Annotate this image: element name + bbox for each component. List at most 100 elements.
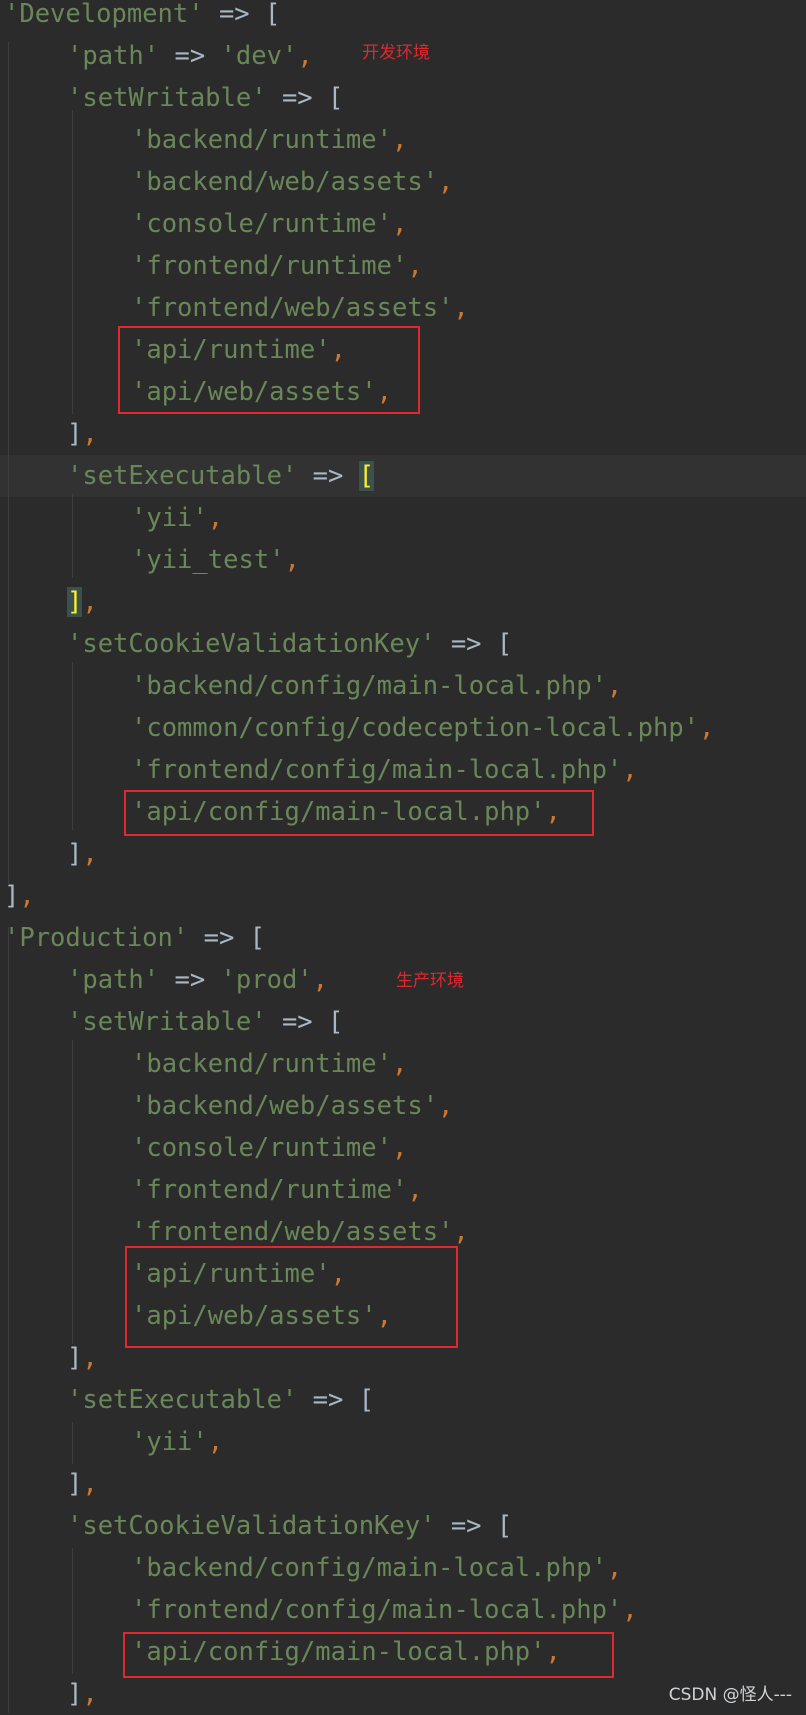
indent-guide bbox=[72, 1548, 73, 1674]
comma: , bbox=[453, 1217, 469, 1247]
code-line[interactable]: 'Production' => [ bbox=[0, 917, 806, 959]
string-literal: 'setExecutable' bbox=[67, 461, 298, 491]
comma: , bbox=[284, 545, 300, 575]
arrow-operator: => bbox=[297, 1385, 359, 1415]
bracket: [ bbox=[328, 83, 344, 113]
code-line[interactable]: ], bbox=[0, 581, 806, 623]
arrow-operator: => bbox=[435, 629, 497, 659]
string-literal: 'console/runtime' bbox=[131, 1133, 392, 1163]
string-literal: 'frontend/web/assets' bbox=[131, 293, 454, 323]
code-line[interactable]: 'yii', bbox=[0, 497, 806, 539]
indent-guide bbox=[72, 1422, 73, 1464]
string-literal: 'backend/runtime' bbox=[131, 125, 392, 155]
code-line[interactable]: 'setCookieValidationKey' => [ bbox=[0, 1505, 806, 1547]
comma: , bbox=[82, 1469, 98, 1499]
watermark: CSDN @怪人--- bbox=[668, 1685, 792, 1705]
string-literal: 'frontend/runtime' bbox=[131, 251, 408, 281]
arrow-operator: => bbox=[203, 0, 266, 29]
comma: , bbox=[207, 1427, 224, 1457]
code-line[interactable]: 'yii_test', bbox=[0, 539, 806, 581]
bracket: [ bbox=[265, 0, 281, 29]
string-literal: 'backend/runtime' bbox=[131, 1049, 392, 1079]
bracket: [ bbox=[328, 1007, 344, 1037]
bracket: ] bbox=[4, 881, 20, 911]
comma: , bbox=[392, 1049, 408, 1079]
string-literal: 'console/runtime' bbox=[131, 209, 392, 239]
string-literal: 'Production' bbox=[4, 923, 189, 953]
code-line[interactable]: 'setWritable' => [ bbox=[0, 1001, 806, 1043]
code-line[interactable]: 'frontend/web/assets', bbox=[0, 287, 806, 329]
code-line[interactable]: ], bbox=[0, 875, 806, 917]
code-line[interactable]: 'yii', bbox=[0, 1421, 806, 1463]
bracket: ] bbox=[67, 839, 83, 869]
string-literal: 'prod' bbox=[220, 965, 313, 995]
code-line[interactable]: 'frontend/config/main-local.php', bbox=[0, 749, 806, 791]
bracket: [ bbox=[496, 629, 513, 659]
indent-guide bbox=[72, 494, 73, 578]
code-line[interactable]: 'backend/config/main-local.php', bbox=[0, 665, 806, 707]
code-line[interactable]: ], bbox=[0, 413, 806, 455]
code-editor[interactable]: 'Development' => [ 'path' => 'dev', 'setWr… bbox=[0, 0, 806, 1713]
code-line[interactable]: 'common/config/codeception-local.php', bbox=[0, 707, 806, 749]
comma: , bbox=[312, 965, 329, 995]
string-literal: 'setExecutable' bbox=[67, 1385, 298, 1415]
string-literal: 'backend/web/assets' bbox=[131, 167, 439, 197]
string-literal: 'setWritable' bbox=[67, 1007, 267, 1037]
code-line[interactable]: 'backend/web/assets', bbox=[0, 1085, 806, 1127]
comma: , bbox=[622, 1595, 638, 1625]
bracket: [ bbox=[358, 1385, 375, 1415]
string-literal: 'path' bbox=[67, 41, 160, 71]
comma: , bbox=[207, 503, 224, 533]
code-line[interactable]: 'backend/config/main-local.php', bbox=[0, 1547, 806, 1589]
comma: , bbox=[622, 755, 638, 785]
string-literal: 'dev' bbox=[220, 41, 298, 71]
comma: , bbox=[438, 167, 454, 197]
arrow-operator: => bbox=[266, 1007, 329, 1037]
comma: , bbox=[82, 1343, 98, 1373]
comma: , bbox=[392, 209, 408, 239]
comma: , bbox=[453, 293, 469, 323]
arrow-operator: => bbox=[159, 41, 221, 71]
code-line[interactable]: 'setExecutable' => [ bbox=[0, 455, 806, 497]
string-literal: 'yii' bbox=[131, 1427, 208, 1457]
code-line[interactable]: 'console/runtime', bbox=[0, 203, 806, 245]
string-literal: 'frontend/config/main-local.php' bbox=[131, 1595, 623, 1625]
code-line[interactable]: 'Development' => [ bbox=[0, 0, 806, 35]
arrow-operator: => bbox=[188, 923, 250, 953]
code-line[interactable]: 'setExecutable' => [ bbox=[0, 1379, 806, 1421]
comma: , bbox=[606, 671, 623, 701]
string-literal: 'setCookieValidationKey' bbox=[67, 629, 436, 659]
string-literal: 'yii' bbox=[131, 503, 208, 533]
code-line[interactable]: 'console/runtime', bbox=[0, 1127, 806, 1169]
highlight-box-prod-writable bbox=[125, 1246, 458, 1348]
matched-bracket: ] bbox=[67, 587, 83, 617]
indent-guide bbox=[72, 1040, 73, 1344]
indent-guide bbox=[8, 42, 9, 885]
code-line[interactable]: 'frontend/config/main-local.php', bbox=[0, 1589, 806, 1631]
comma: , bbox=[392, 1133, 408, 1163]
code-line[interactable]: ], bbox=[0, 1463, 806, 1505]
arrow-operator: => bbox=[266, 83, 329, 113]
bracket: ] bbox=[67, 419, 83, 449]
bracket: ] bbox=[67, 1469, 83, 1499]
code-line[interactable]: 'frontend/runtime', bbox=[0, 245, 806, 287]
bracket: ] bbox=[67, 1343, 83, 1373]
code-line[interactable]: 'setCookieValidationKey' => [ bbox=[0, 623, 806, 665]
comma: , bbox=[297, 41, 313, 71]
bracket: ] bbox=[67, 1679, 83, 1709]
string-literal: 'yii_test' bbox=[131, 545, 285, 575]
indent-guide bbox=[8, 927, 9, 1713]
code-line[interactable]: 'setWritable' => [ bbox=[0, 77, 806, 119]
code-line[interactable]: 'backend/runtime', bbox=[0, 1043, 806, 1085]
code-line[interactable]: 'backend/web/assets', bbox=[0, 161, 806, 203]
code-line[interactable]: ], bbox=[0, 833, 806, 875]
string-literal: 'frontend/web/assets' bbox=[131, 1217, 454, 1247]
code-line[interactable]: 'frontend/runtime', bbox=[0, 1169, 806, 1211]
string-literal: 'setWritable' bbox=[67, 83, 267, 113]
bracket: [ bbox=[496, 1511, 513, 1541]
comma: , bbox=[19, 881, 35, 911]
comma: , bbox=[82, 587, 98, 617]
comma: , bbox=[82, 419, 98, 449]
code-line[interactable]: 'backend/runtime', bbox=[0, 119, 806, 161]
prod-environment-note: 生产环境 bbox=[396, 971, 464, 991]
